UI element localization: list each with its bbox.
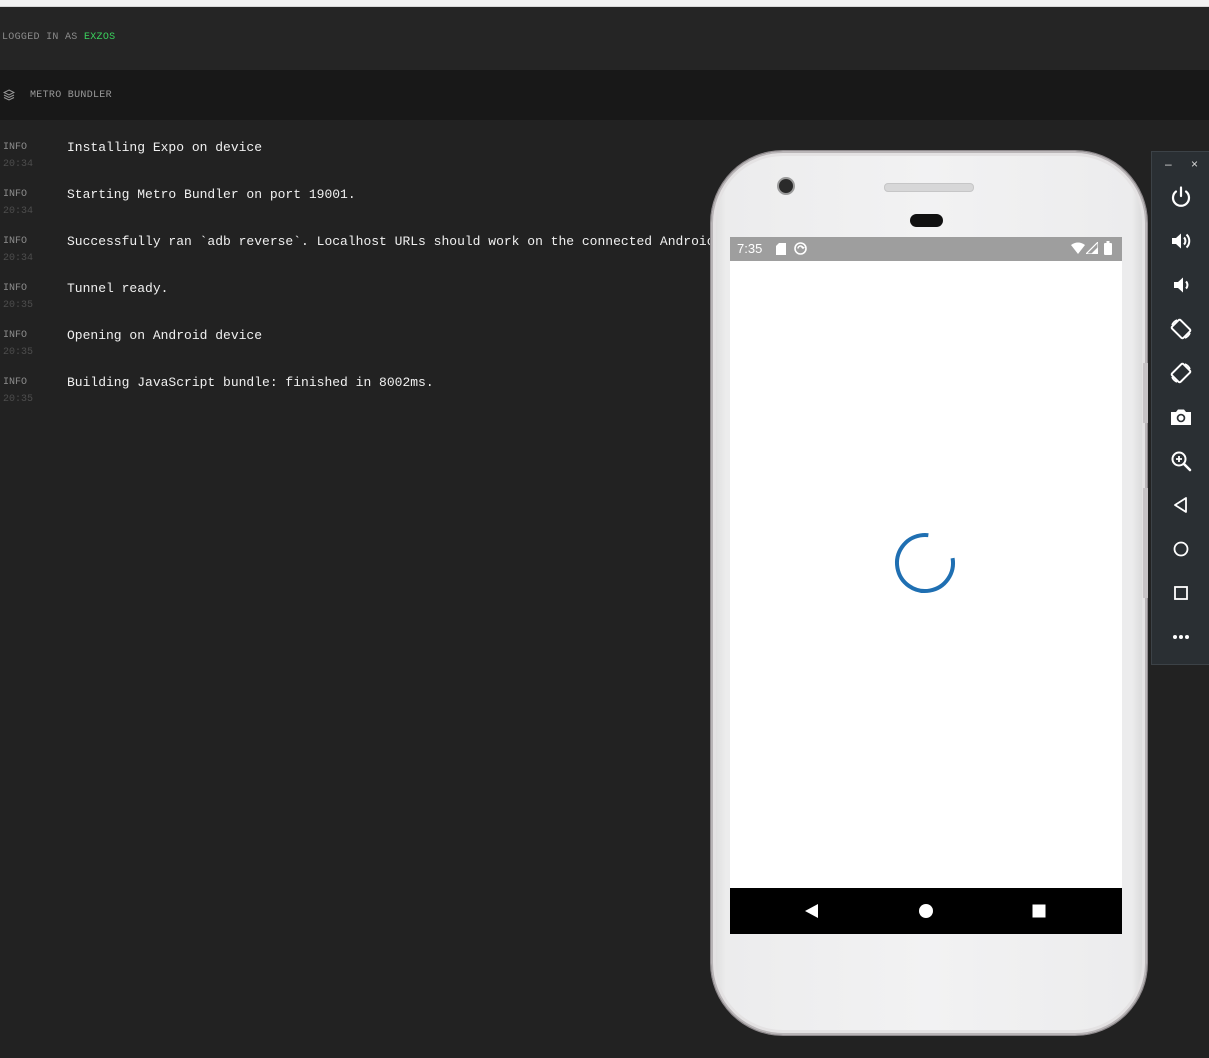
log-time: 20:34 — [3, 206, 34, 217]
more-icon[interactable] — [1169, 625, 1193, 649]
overview-icon[interactable] — [1169, 581, 1193, 605]
loading-spinner — [895, 533, 955, 593]
log-level: INFO — [3, 189, 28, 200]
login-status: LOGGED IN AS EXZOS — [2, 32, 115, 43]
header-bar: LOGGED IN AS EXZOS — [0, 7, 1209, 70]
log-level: INFO — [3, 377, 28, 388]
log-time: 20:34 — [3, 253, 34, 264]
signal-icon — [1086, 242, 1098, 254]
volume-down-icon[interactable] — [1169, 273, 1193, 297]
home-icon[interactable] — [918, 903, 934, 919]
camera-icon[interactable] — [1169, 405, 1193, 429]
log-time: 20:35 — [3, 300, 34, 311]
sync-icon — [794, 242, 807, 255]
proximity-sensor — [910, 214, 943, 227]
window-top-edge — [0, 0, 1209, 7]
front-camera — [777, 177, 795, 195]
close-button[interactable]: × — [1191, 157, 1198, 171]
volume-up-icon[interactable] — [1169, 229, 1193, 253]
stack-icon — [3, 89, 15, 101]
back-icon[interactable] — [1169, 493, 1193, 517]
home-icon[interactable] — [1169, 537, 1193, 561]
log-message: Building JavaScript bundle: finished in … — [67, 375, 434, 390]
sd-card-icon — [776, 243, 786, 255]
log-level: INFO — [3, 236, 28, 247]
status-clock: 7:35 — [737, 241, 763, 256]
log-message: Opening on Android device — [67, 328, 263, 343]
log-message: Successfully ran `adb reverse`. Localhos… — [67, 234, 715, 249]
log-message: Starting Metro Bundler on port 19001. — [67, 187, 356, 202]
metro-bundler-panel-header[interactable]: METRO BUNDLER — [0, 70, 1209, 120]
zoom-icon[interactable] — [1169, 449, 1193, 473]
android-emulator-device[interactable]: 7:35 — [711, 151, 1148, 1035]
log-level: INFO — [3, 283, 28, 294]
log-level: INFO — [3, 330, 28, 341]
rotate-right-icon[interactable] — [1169, 361, 1193, 385]
log-message: Installing Expo on device — [67, 140, 263, 155]
login-prefix: LOGGED IN AS — [2, 32, 78, 43]
log-time: 20:34 — [3, 159, 34, 170]
side-button[interactable] — [1143, 363, 1148, 423]
rotate-left-icon[interactable] — [1169, 317, 1193, 341]
android-status-bar: 7:35 — [730, 237, 1122, 261]
power-icon[interactable] — [1169, 185, 1193, 209]
username[interactable]: EXZOS — [84, 32, 116, 43]
minimize-button[interactable]: – — [1165, 157, 1172, 171]
log-message: Tunnel ready. — [67, 281, 169, 296]
wifi-icon — [1071, 242, 1085, 254]
battery-icon — [1104, 241, 1112, 255]
log-time: 20:35 — [3, 394, 34, 405]
panel-title: METRO BUNDLER — [30, 90, 112, 101]
log-level: INFO — [3, 142, 28, 153]
back-icon[interactable] — [803, 903, 819, 919]
device-screen[interactable]: 7:35 — [730, 237, 1122, 934]
volume-rocker[interactable] — [1143, 488, 1148, 598]
earpiece-speaker — [884, 183, 974, 192]
emulator-toolbar: – × — [1151, 151, 1209, 665]
android-navigation-bar — [730, 888, 1122, 934]
log-time: 20:35 — [3, 347, 34, 358]
recents-icon[interactable] — [1031, 903, 1047, 919]
